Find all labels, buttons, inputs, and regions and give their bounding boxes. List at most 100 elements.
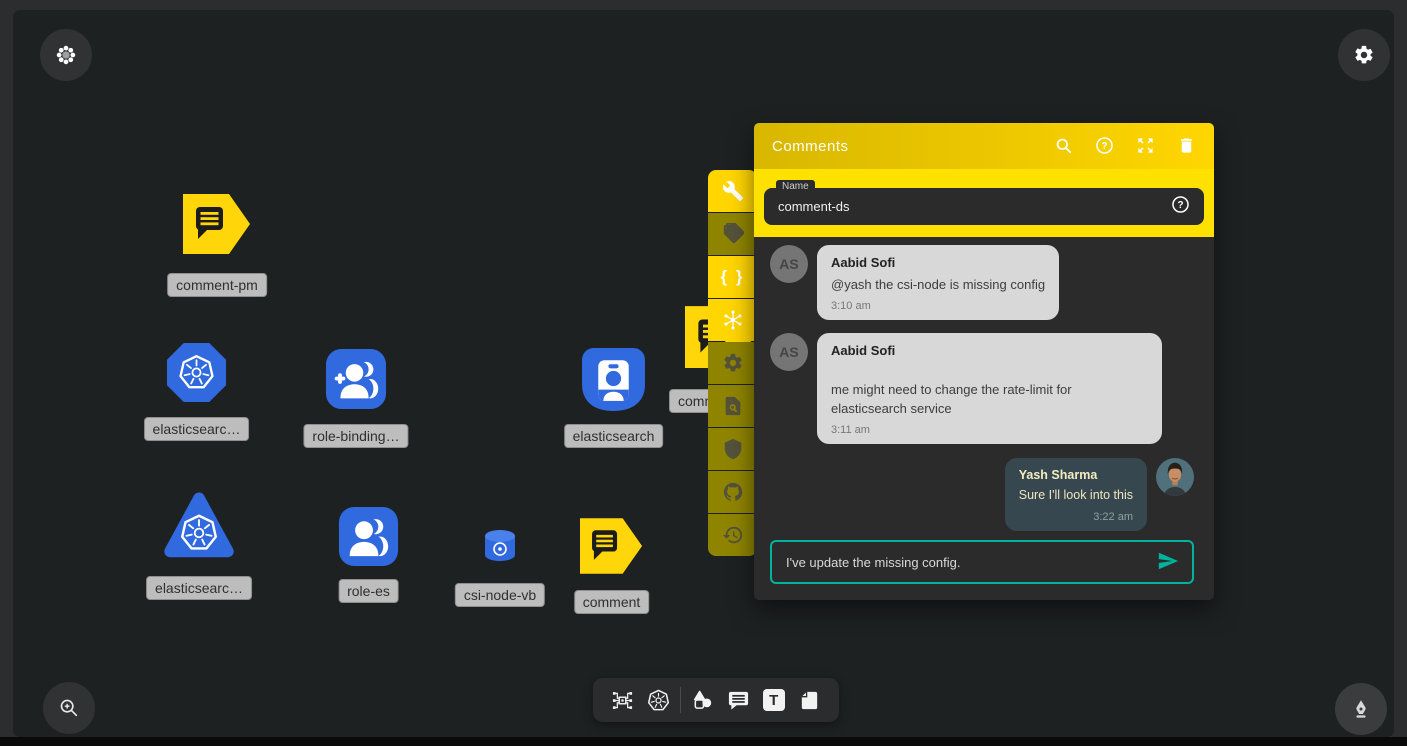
zoom-button[interactable] xyxy=(43,682,95,734)
node-label: elasticsearc… xyxy=(144,417,250,441)
node-label: csi-node-vb xyxy=(455,583,545,607)
gear-icon xyxy=(1353,44,1375,66)
node-label: role-es xyxy=(338,579,399,603)
messages-area[interactable]: AS Aabid Sofi @yash the csi-node is miss… xyxy=(754,237,1214,600)
message-text: me might need to change the rate-limit f… xyxy=(831,380,1148,418)
comment-icon xyxy=(727,689,750,712)
braces-icon: { } xyxy=(721,267,745,287)
message-bubble: Aabid Sofi me might need to change the r… xyxy=(817,333,1162,444)
github-button[interactable] xyxy=(708,471,757,513)
kubernetes-tool-button[interactable] xyxy=(644,686,672,714)
send-button[interactable] xyxy=(1156,550,1180,574)
toolbar-divider xyxy=(680,687,681,713)
wrench-icon xyxy=(722,180,744,202)
node-context-toolbar: { } xyxy=(708,170,757,556)
node-label: elasticsearch xyxy=(564,424,664,448)
app-menu-button[interactable] xyxy=(40,29,92,81)
shapes-icon xyxy=(691,689,714,712)
avatar: AS xyxy=(770,245,808,283)
shapes-tool-button[interactable] xyxy=(689,686,717,714)
gear-icon xyxy=(722,352,744,374)
name-field-wrap: Name xyxy=(764,188,1204,225)
message-time: 3:11 am xyxy=(831,424,1148,436)
doc-search-icon xyxy=(722,395,744,417)
node-role-binding[interactable]: role-binding… xyxy=(325,348,387,415)
search-icon xyxy=(1054,136,1073,155)
storage-cylinder-icon xyxy=(483,529,517,563)
name-section: Name xyxy=(754,169,1214,237)
note-tool-button[interactable] xyxy=(795,686,823,714)
panel-title: Comments xyxy=(772,138,849,155)
node-label: elasticsearc… xyxy=(146,576,252,600)
message-author: Yash Sharma xyxy=(1019,468,1133,482)
name-field-label: Name xyxy=(776,180,815,193)
node-elasticsearch[interactable]: elasticsearch xyxy=(581,347,646,417)
name-help-icon[interactable] xyxy=(1171,195,1190,219)
message-bubble: Yash Sharma Sure I'll look into this 3:2… xyxy=(1005,458,1147,531)
yash-avatar xyxy=(1156,458,1194,496)
message-row: Yash Sharma Sure I'll look into this 3:2… xyxy=(770,458,1194,531)
expand-button[interactable] xyxy=(1135,136,1155,156)
tags-icon xyxy=(722,223,744,245)
inspect-button[interactable] xyxy=(708,385,757,427)
history-icon xyxy=(722,524,744,546)
network-tool-button[interactable] xyxy=(609,686,637,714)
node-elasticsearch-octagon[interactable]: elasticsearc… xyxy=(165,341,228,409)
delete-button[interactable] xyxy=(1176,136,1196,156)
json-button[interactable]: { } xyxy=(708,256,757,298)
history-button[interactable] xyxy=(708,514,757,556)
github-icon xyxy=(722,481,744,503)
settings-fab-button[interactable] xyxy=(1338,29,1390,81)
node-comment[interactable]: comment xyxy=(580,515,643,582)
message-text: @yash the csi-node is missing config xyxy=(831,275,1045,294)
flower-icon xyxy=(55,44,77,66)
pen-tool-button[interactable] xyxy=(1335,683,1387,735)
window-bottom-edge xyxy=(0,737,1407,746)
comment-composer xyxy=(770,540,1194,584)
shape-toolbar: T xyxy=(593,678,839,722)
window-frame: comment-pm elasticsearc… role-binding… xyxy=(0,0,1407,746)
kubernetes-icon xyxy=(647,689,670,712)
send-icon xyxy=(1157,550,1179,572)
comment-input[interactable] xyxy=(786,555,1156,570)
message-time: 3:10 am xyxy=(831,300,1045,312)
name-input[interactable] xyxy=(778,199,1171,214)
settings-button[interactable] xyxy=(708,342,757,384)
comments-panel: Comments Name AS xyxy=(754,123,1214,600)
comments-panel-header[interactable]: Comments xyxy=(754,123,1214,169)
network-icon xyxy=(611,689,634,712)
configure-button[interactable] xyxy=(708,170,757,212)
kubernetes-octagon-icon xyxy=(165,341,228,404)
message-author: Aabid Sofi xyxy=(831,255,1045,270)
tags-button[interactable] xyxy=(708,213,757,255)
design-canvas[interactable]: comment-pm elasticsearc… role-binding… xyxy=(13,10,1394,737)
message-row: AS Aabid Sofi @yash the csi-node is miss… xyxy=(770,245,1194,320)
pen-nib-icon xyxy=(1350,698,1372,720)
message-row: AS Aabid Sofi me might need to change th… xyxy=(770,333,1194,444)
role-binding-icon xyxy=(325,348,387,410)
expand-icon xyxy=(1136,136,1155,155)
comment-node-icon xyxy=(183,192,251,256)
service-account-icon xyxy=(581,347,646,412)
node-csi-node-vb[interactable]: csi-node-vb xyxy=(483,529,517,568)
node-label: role-binding… xyxy=(303,424,408,448)
search-button[interactable] xyxy=(1053,136,1073,156)
message-text: Sure I'll look into this xyxy=(1019,486,1133,505)
zoom-in-icon xyxy=(58,697,80,719)
comment-tool-button[interactable] xyxy=(724,686,752,714)
node-label: comment xyxy=(574,590,650,614)
message-time: 3:22 am xyxy=(1019,511,1133,523)
hub-button[interactable] xyxy=(708,299,757,341)
node-role-es[interactable]: role-es xyxy=(338,506,399,572)
node-comment-pm[interactable]: comment-pm xyxy=(183,192,251,261)
help-button[interactable] xyxy=(1094,136,1114,156)
avatar: AS xyxy=(770,333,808,371)
text-tool-button[interactable]: T xyxy=(760,686,788,714)
node-elasticsearch-triangle[interactable]: elasticsearc… xyxy=(162,490,236,567)
kubernetes-triangle-icon xyxy=(162,490,236,562)
text-tool-icon: T xyxy=(763,689,785,711)
comment-node-icon xyxy=(580,515,643,577)
node-label: comment-pm xyxy=(167,273,267,297)
message-author: Aabid Sofi xyxy=(831,343,1148,358)
security-button[interactable] xyxy=(708,428,757,470)
